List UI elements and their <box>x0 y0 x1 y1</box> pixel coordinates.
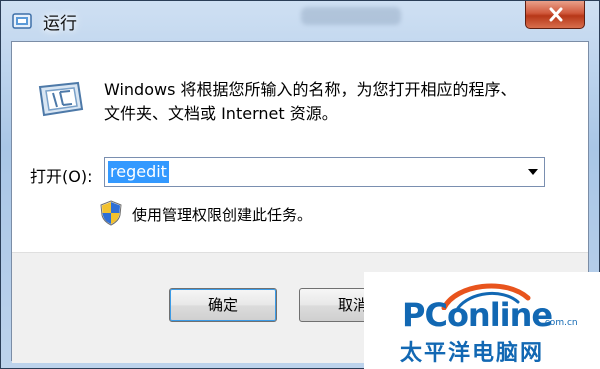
title-bar[interactable]: 运行 <box>1 1 599 41</box>
description-line-1: Windows 将根据您所输入的名称，为您打开相应的程序、 <box>104 80 517 99</box>
watermark-brand: PConline <box>402 296 553 334</box>
close-button[interactable] <box>525 1 585 29</box>
description-line-2: 文件夹、文档或 Internet 资源。 <box>104 104 338 123</box>
open-input-value: regedit <box>108 161 169 183</box>
run-program-icon <box>38 81 84 117</box>
window-title: 运行 <box>43 14 77 34</box>
ok-button[interactable]: 确定 <box>169 288 277 322</box>
admin-note-text: 使用管理权限创建此任务。 <box>132 206 313 224</box>
uac-shield-icon <box>100 200 122 226</box>
watermark-brand-cn: 太平洋电脑网 <box>400 341 545 366</box>
dropdown-arrow-icon[interactable] <box>528 169 538 175</box>
watermark-domain: .com.cn <box>542 318 578 328</box>
pconline-watermark: PConline .com.cn 太平洋电脑网 <box>364 272 600 369</box>
dialog-description: Windows 将根据您所输入的名称，为您打开相应的程序、 文件夹、文档或 In… <box>104 78 574 126</box>
open-input[interactable]: regedit <box>108 161 508 183</box>
open-label: 打开(O): <box>30 167 93 186</box>
blurred-titlebar-area <box>301 7 401 25</box>
open-row: 打开(O): regedit <box>12 155 588 189</box>
run-icon <box>12 13 32 29</box>
close-icon <box>549 7 563 22</box>
open-combobox[interactable]: regedit <box>104 157 545 187</box>
